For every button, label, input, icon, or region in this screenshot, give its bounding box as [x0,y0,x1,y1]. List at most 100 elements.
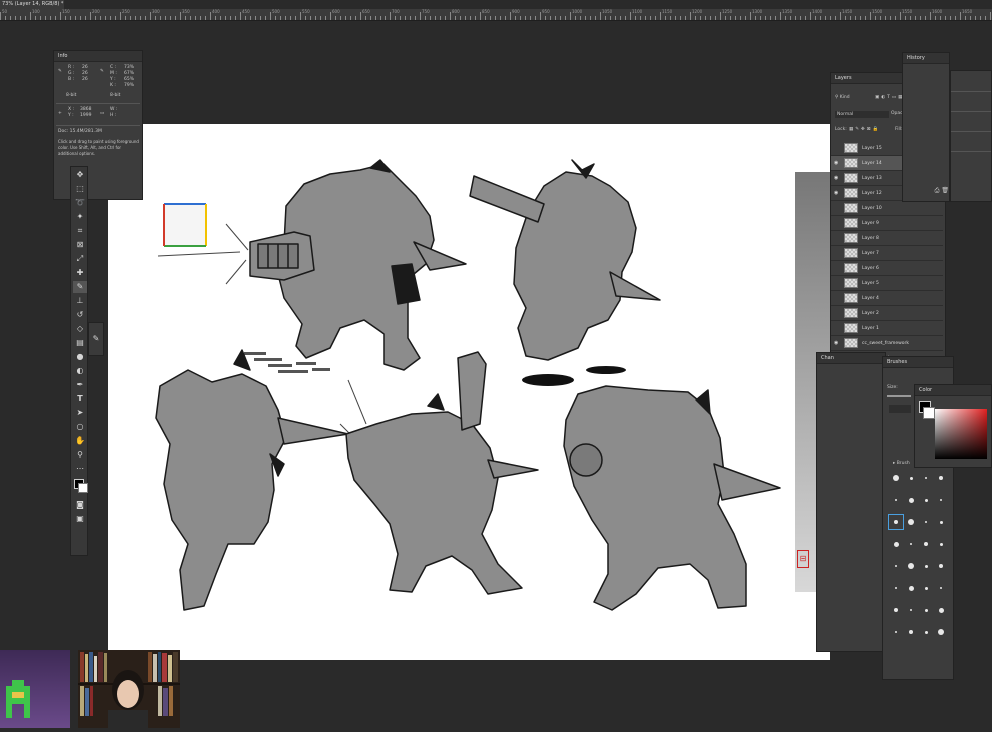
color-background-swatch[interactable] [923,407,935,419]
layer-row[interactable]: Layer 7 [831,246,943,261]
eyedropper-icon[interactable]: ⤢ [73,253,87,265]
ruler-tick [120,12,121,20]
brush-folder[interactable]: ▸ Brush [893,461,910,466]
ruler-tick [585,16,586,20]
brush-preset[interactable] [934,493,948,507]
marquee-icon[interactable]: ⬚ [73,183,87,195]
brush-preset[interactable] [889,625,903,639]
visibility-eye-icon[interactable]: ◉ [834,160,838,166]
layer-row[interactable]: ◉ cc_sweet_framework [831,336,943,351]
layer-row[interactable]: Layer 9 [831,216,943,231]
brush-tip-icon [939,520,943,524]
brush-preset[interactable] [919,493,933,507]
hand-icon[interactable]: ✋ [73,435,87,447]
background-color-swatch[interactable] [78,483,88,493]
move-icon[interactable]: ✥ [73,169,87,181]
ruler-tick [55,16,56,20]
history-actions[interactable]: ⎙ 🗑 [905,187,949,197]
brush-preset[interactable] [934,625,948,639]
kind-filter-select[interactable]: ⚲ Kind [835,95,850,100]
crop-icon[interactable]: ⌗ [73,225,87,237]
brush-preset[interactable] [904,537,918,551]
brush-preset[interactable] [904,493,918,507]
shape-icon[interactable]: ○ [73,421,87,433]
magic-wand-icon[interactable]: ✦ [73,211,87,223]
brush-tip-icon [924,498,928,502]
quickmask-icon[interactable]: ◙ [73,499,87,511]
brush-size-slider[interactable] [887,395,911,397]
brush-preset[interactable] [889,581,903,595]
ruler-tick [780,12,781,20]
document-tab[interactable]: 73% (Layer 14, RGB/8) * [0,0,64,9]
ruler-tick [590,16,591,20]
layer-row[interactable]: Layer 10 [831,201,943,216]
lock-icons[interactable]: ▦✎✥⊠🔒 [849,127,880,132]
ruler-tick [305,16,306,20]
layer-row[interactable]: Layer 6 [831,261,943,276]
visibility-eye-icon[interactable]: ◉ [834,340,838,346]
layer-row[interactable]: Layer 8 [831,231,943,246]
zoom-icon[interactable]: ⚲ [73,449,87,461]
healing-icon[interactable]: ✚ [73,267,87,279]
brush-preset[interactable] [904,559,918,573]
layer-row[interactable]: Layer 2 [831,306,943,321]
brush-preset[interactable] [919,603,933,617]
brush-preset[interactable] [889,537,903,551]
brush-preset[interactable] [934,559,948,573]
visibility-eye-icon[interactable]: ◉ [834,190,838,196]
frame-icon[interactable]: ⊠ [73,239,87,251]
more-icon[interactable]: ⋯ [73,463,87,475]
brush-preset[interactable] [934,603,948,617]
pen-icon[interactable]: ✒ [73,379,87,391]
brush-preset[interactable] [919,471,933,485]
screenmode-icon[interactable]: ▣ [73,513,87,525]
tool-flyout[interactable]: ✎ [88,322,104,356]
brush-preset[interactable] [934,471,948,485]
brush-preset[interactable] [919,581,933,595]
ruler-tick [630,12,631,20]
brush-preset[interactable] [904,603,918,617]
brush-preset[interactable] [934,537,948,551]
blend-mode-select[interactable]: Normal [835,111,889,118]
brush-preset[interactable] [919,559,933,573]
brush-tip-icon [924,542,928,546]
brush-preset[interactable] [889,493,903,507]
brush-preset[interactable] [934,515,948,529]
ruler-tick [385,16,386,20]
brush-preset[interactable] [904,625,918,639]
brush-preset[interactable] [904,471,918,485]
channels-panel-title[interactable]: Chan [817,353,885,364]
lasso-icon[interactable]: ➰ [73,197,87,209]
brush-preset[interactable] [904,581,918,595]
clone-stamp-icon[interactable]: ⊥ [73,295,87,307]
ruler-tick [15,16,16,20]
brush-preset[interactable] [919,625,933,639]
brush-icon[interactable]: ✎ [73,281,87,293]
path-select-icon[interactable]: ➤ [73,407,87,419]
brush-preset[interactable] [888,514,904,530]
visibility-eye-icon[interactable]: ◉ [834,175,838,181]
shadow-pose-2 [522,374,574,386]
blur-icon[interactable]: ● [73,351,87,363]
brush-flyout-icon[interactable]: ✎ [89,333,103,345]
color-panel: Color [914,384,992,468]
document-canvas[interactable] [108,124,830,660]
brush-search-field[interactable] [889,405,911,413]
type-icon[interactable]: T [73,393,87,405]
layer-row[interactable]: Layer 5 [831,276,943,291]
brush-preset[interactable] [919,537,933,551]
brush-preset[interactable] [889,559,903,573]
color-picker-field[interactable] [935,409,987,459]
brush-preset[interactable] [934,581,948,595]
brush-preset[interactable] [919,515,933,529]
ruler-tick [785,16,786,20]
brush-preset[interactable] [889,471,903,485]
layer-row[interactable]: Layer 1 [831,321,943,336]
history-brush-icon[interactable]: ↺ [73,309,87,321]
brush-preset[interactable] [904,515,918,529]
dodge-icon[interactable]: ◐ [73,365,87,377]
gradient-icon[interactable]: ▤ [73,337,87,349]
eraser-icon[interactable]: ◇ [73,323,87,335]
layer-row[interactable]: Layer 4 [831,291,943,306]
brush-preset[interactable] [889,603,903,617]
